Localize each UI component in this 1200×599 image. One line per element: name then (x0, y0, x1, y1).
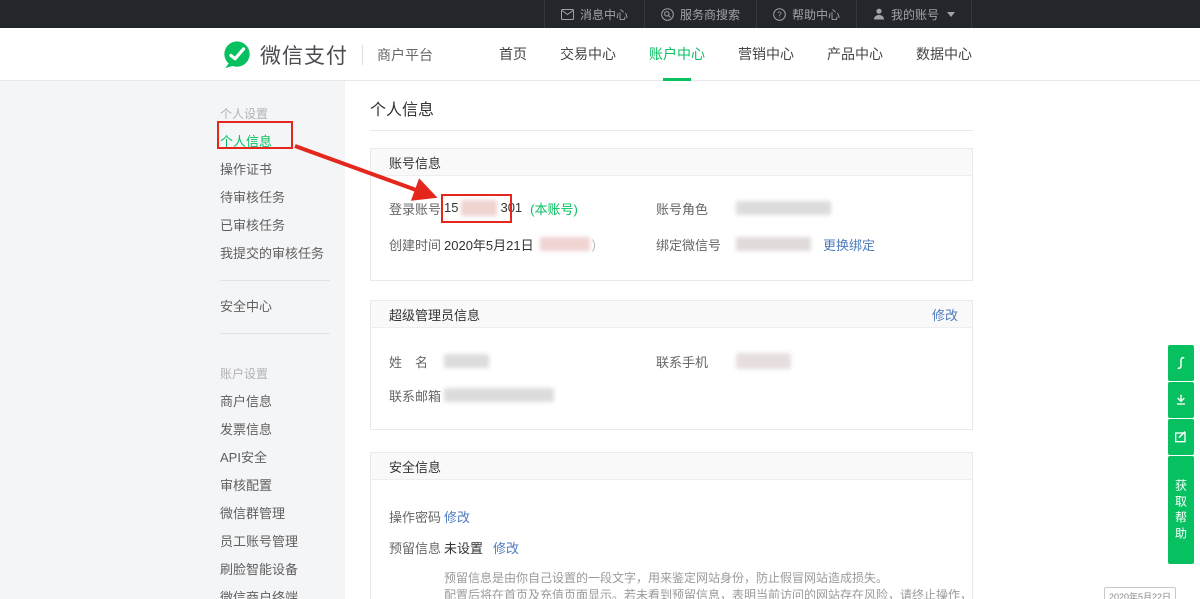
topbar-item-label: 服务商搜索 (680, 6, 740, 23)
account-info-title: 账号信息 (389, 153, 441, 172)
edit-icon (1173, 429, 1189, 445)
nav-account-center[interactable]: 账户中心 (649, 28, 705, 81)
sidebar-divider (220, 333, 330, 334)
wechat-pay-logo-icon (222, 40, 252, 70)
redacted-login-digits (461, 200, 497, 216)
sidebar-item-personal-info[interactable]: 个人信息 (220, 128, 345, 156)
created-time-value: 2020年5月21日 (444, 235, 534, 254)
feedback-button[interactable] (1168, 419, 1194, 455)
created-time-tail: ) (592, 237, 596, 252)
reserved-info-label: 预留信息 (389, 538, 444, 557)
reserved-info-value: 未设置 (444, 538, 483, 557)
rebind-wechat-link[interactable]: 更换绑定 (823, 235, 875, 254)
search-icon (661, 8, 674, 21)
topbar-message-center[interactable]: 消息中心 (544, 0, 644, 28)
sidebar-item-api-security[interactable]: API安全 (220, 444, 345, 472)
floating-help-bar: 获取帮助 (1168, 345, 1194, 564)
download-icon (1173, 392, 1189, 408)
nav-marketing-center[interactable]: 营销中心 (738, 28, 794, 81)
bound-wechat-label: 绑定微信号 (656, 235, 736, 254)
super-admin-box: 超级管理员信息 修改 姓 名 联系手机 联系邮箱 (370, 300, 973, 430)
sidebar-item-merchant-info[interactable]: 商户信息 (220, 388, 345, 416)
sidebar-divider (220, 280, 330, 281)
main-nav: 首页 交易中心 账户中心 营销中心 产品中心 数据中心 (499, 28, 972, 81)
brand: 微信支付 商户平台 (222, 28, 433, 81)
user-icon (873, 8, 885, 20)
sidebar-item-review-config[interactable]: 审核配置 (220, 472, 345, 500)
title-divider (370, 130, 973, 131)
topbar-help-center[interactable]: ? 帮助中心 (756, 0, 856, 28)
sidebar-item-merchant-terminal[interactable]: 微信商户终端 (220, 584, 345, 599)
sidebar-item-reviewed-tasks[interactable]: 已审核任务 (220, 212, 345, 240)
page-title: 个人信息 (370, 81, 973, 122)
topbar-items: 消息中心 服务商搜索 ? 帮助中心 我的账号 (544, 0, 972, 28)
operation-password-label: 操作密码 (389, 507, 444, 526)
contact-phone-label: 联系手机 (656, 352, 736, 371)
security-info-title: 安全信息 (389, 457, 441, 476)
topbar-item-label: 帮助中心 (792, 6, 840, 23)
redacted-wechat-id (736, 237, 811, 251)
current-account-tag: (本账号) (530, 199, 578, 218)
created-time-label: 创建时间 (389, 235, 444, 254)
reserved-info-description: 预留信息是由你自己设置的一段文字，用来鉴定网站身份，防止假冒网站造成损失。 配置… (444, 570, 972, 599)
get-help-button[interactable]: 获取帮助 (1168, 456, 1194, 564)
redacted-account-role (736, 201, 831, 215)
sidebar-section-account-settings: 账户设置 (220, 360, 345, 388)
question-icon: ? (773, 8, 786, 21)
topbar-item-label: 消息中心 (580, 6, 628, 23)
nav-data-center[interactable]: 数据中心 (916, 28, 972, 81)
topbar-my-account[interactable]: 我的账号 (856, 0, 972, 28)
topbar: 消息中心 服务商搜索 ? 帮助中心 我的账号 (0, 0, 1200, 28)
nav-home[interactable]: 首页 (499, 28, 527, 81)
header: 微信支付 商户平台 首页 交易中心 账户中心 营销中心 产品中心 数据中心 (0, 28, 1200, 81)
security-info-box: 安全信息 操作密码 修改 预留信息 未设置 修改 预留信息是由你自己设置的一段文… (370, 452, 973, 599)
login-account-value: 15301 (444, 200, 522, 217)
hotline-button[interactable] (1168, 345, 1194, 381)
brand-divider (362, 45, 363, 65)
brand-name: 微信支付 (260, 40, 348, 70)
nav-product-center[interactable]: 产品中心 (827, 28, 883, 81)
sidebar-section-personal-settings: 个人设置 (220, 100, 345, 128)
sidebar-item-operation-certificate[interactable]: 操作证书 (220, 156, 345, 184)
topbar-service-search[interactable]: 服务商搜索 (644, 0, 756, 28)
sidebar-item-wechat-group[interactable]: 微信群管理 (220, 500, 345, 528)
redacted-contact-phone (736, 353, 791, 369)
sidebar-item-staff-accounts[interactable]: 员工账号管理 (220, 528, 345, 556)
redacted-contact-email (444, 388, 554, 402)
topbar-item-label: 我的账号 (891, 6, 939, 23)
admin-name-label: 姓 名 (389, 352, 444, 371)
download-button[interactable] (1168, 382, 1194, 418)
hotline-icon (1173, 355, 1189, 371)
sidebar-item-security-center[interactable]: 安全中心 (220, 293, 345, 321)
sidebar-item-invoice-info[interactable]: 发票信息 (220, 416, 345, 444)
super-admin-title: 超级管理员信息 (389, 305, 480, 324)
chevron-down-icon (947, 12, 955, 17)
main-content: 个人信息 账号信息 登录账号 15301 (本账号) 账号角色 (345, 81, 1200, 599)
login-account-label: 登录账号 (389, 199, 444, 218)
edit-password-link[interactable]: 修改 (444, 507, 470, 526)
edit-reserved-info-link[interactable]: 修改 (493, 538, 519, 557)
date-tooltip: 2020年5月22日 (1104, 587, 1176, 599)
sidebar-item-my-submitted-tasks[interactable]: 我提交的审核任务 (220, 240, 345, 268)
sidebar-item-face-devices[interactable]: 刷脸智能设备 (220, 556, 345, 584)
svg-text:?: ? (777, 10, 782, 19)
sidebar: 个人设置 个人信息 操作证书 待审核任务 已审核任务 我提交的审核任务 安全中心… (0, 81, 345, 599)
sidebar-item-pending-review-tasks[interactable]: 待审核任务 (220, 184, 345, 212)
account-role-label: 账号角色 (656, 199, 736, 218)
brand-portal: 商户平台 (377, 45, 433, 65)
account-info-box: 账号信息 登录账号 15301 (本账号) 账号角色 创建时间 (370, 148, 973, 281)
contact-email-label: 联系邮箱 (389, 386, 444, 405)
nav-transaction-center[interactable]: 交易中心 (560, 28, 616, 81)
envelope-icon (561, 9, 574, 20)
edit-admin-link[interactable]: 修改 (932, 305, 958, 324)
redacted-admin-name (444, 354, 489, 368)
redacted-created-time (540, 237, 590, 251)
